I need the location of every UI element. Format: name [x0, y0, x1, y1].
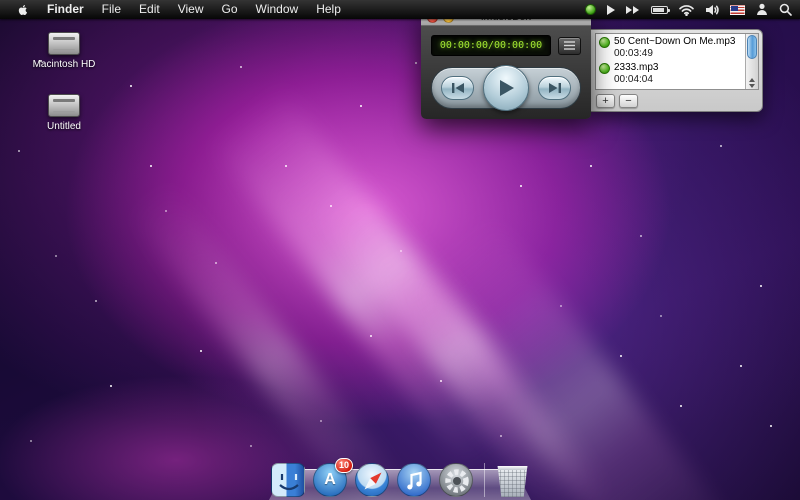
track-duration: 00:04:04	[614, 74, 658, 86]
dock: A 10	[269, 469, 531, 500]
scroll-up-icon[interactable]	[749, 78, 755, 82]
dock-separator	[484, 463, 485, 497]
track-info: 2333.mp3 00:04:04	[614, 62, 658, 86]
display-row: 00:00:00/00:00:00	[431, 35, 581, 56]
track-list: 50 Cent~Down On Me.mp3 00:03:49 2333.mp3…	[596, 34, 745, 89]
battery-icon[interactable]	[651, 0, 668, 19]
track-info: 50 Cent~Down On Me.mp3 00:03:49	[614, 36, 735, 60]
scroll-down-icon[interactable]	[749, 84, 755, 88]
hard-drive-icon	[48, 32, 80, 55]
desktop-screen: Finder File Edit View Go Window Help	[0, 0, 800, 500]
menu-finder[interactable]: Finder	[38, 0, 93, 19]
spotlight-icon[interactable]	[779, 0, 792, 19]
fast-forward-icon[interactable]	[626, 0, 640, 19]
volume-icon[interactable]	[705, 0, 719, 19]
hard-drive-icon	[48, 94, 80, 117]
dock-itunes-icon[interactable]	[397, 463, 431, 497]
dock-app-store-icon[interactable]: A 10	[313, 463, 347, 497]
notification-badge: 10	[335, 458, 353, 473]
previous-button[interactable]	[441, 76, 474, 100]
imusicbox-window: iMusicBox 00:00:00/00:00:00	[421, 9, 591, 119]
track-row[interactable]: 2333.mp3 00:04:04	[596, 61, 745, 87]
add-track-button[interactable]: +	[596, 94, 615, 108]
dock-icons: A 10	[271, 463, 529, 497]
menu-edit[interactable]: Edit	[130, 0, 169, 19]
transport-controls	[431, 67, 581, 109]
desktop-icon-label: Untitled	[28, 121, 100, 132]
desktop-icon-macintosh-hd[interactable]: Macintosh HD	[28, 32, 100, 70]
apple-menu-icon[interactable]	[8, 0, 38, 19]
app-store-glyph: A	[324, 471, 336, 489]
scrollbar-arrows	[746, 78, 758, 88]
track-name: 50 Cent~Down On Me.mp3	[614, 36, 735, 48]
playlist-scrollbar[interactable]	[745, 34, 758, 89]
track-name: 2333.mp3	[614, 62, 658, 74]
remove-track-button[interactable]: −	[619, 94, 638, 108]
menu-help[interactable]: Help	[307, 0, 350, 19]
playlist-list: 50 Cent~Down On Me.mp3 00:03:49 2333.mp3…	[595, 33, 759, 90]
menu-window[interactable]: Window	[247, 0, 308, 19]
playlist-toggle-button[interactable]	[558, 37, 581, 55]
playlist-drawer: 50 Cent~Down On Me.mp3 00:03:49 2333.mp3…	[590, 29, 763, 112]
next-button[interactable]	[538, 76, 571, 100]
wifi-icon[interactable]	[679, 0, 694, 19]
dock-trash-icon[interactable]	[496, 466, 529, 497]
track-duration: 00:03:49	[614, 48, 735, 60]
track-status-icon	[599, 63, 610, 74]
menu-bar-status-area	[585, 0, 792, 19]
track-status-icon	[599, 37, 610, 48]
dock-finder-icon[interactable]	[271, 463, 305, 497]
playlist-toolbar: + −	[595, 90, 759, 109]
menu-bar-left: Finder File Edit View Go Window Help	[8, 0, 350, 19]
us-flag-icon[interactable]	[730, 0, 745, 19]
menu-view[interactable]: View	[169, 0, 213, 19]
track-row[interactable]: 50 Cent~Down On Me.mp3 00:03:49	[596, 35, 745, 61]
scrollbar-thumb[interactable]	[747, 35, 757, 59]
dock-system-preferences-icon[interactable]	[439, 463, 473, 497]
user-icon[interactable]	[756, 0, 768, 19]
time-display: 00:00:00/00:00:00	[431, 35, 551, 56]
sync-status-icon[interactable]	[585, 0, 596, 19]
menu-bar: Finder File Edit View Go Window Help	[0, 0, 800, 19]
play-icon[interactable]	[607, 0, 615, 19]
player-body: 00:00:00/00:00:00	[421, 26, 591, 119]
desktop-icon-untitled[interactable]: Untitled	[28, 94, 100, 132]
desktop-icon-label: Macintosh HD	[28, 59, 100, 70]
dock-safari-icon[interactable]	[355, 463, 389, 497]
menu-file[interactable]: File	[93, 0, 130, 19]
menu-go[interactable]: Go	[213, 0, 247, 19]
play-button[interactable]	[483, 65, 529, 111]
